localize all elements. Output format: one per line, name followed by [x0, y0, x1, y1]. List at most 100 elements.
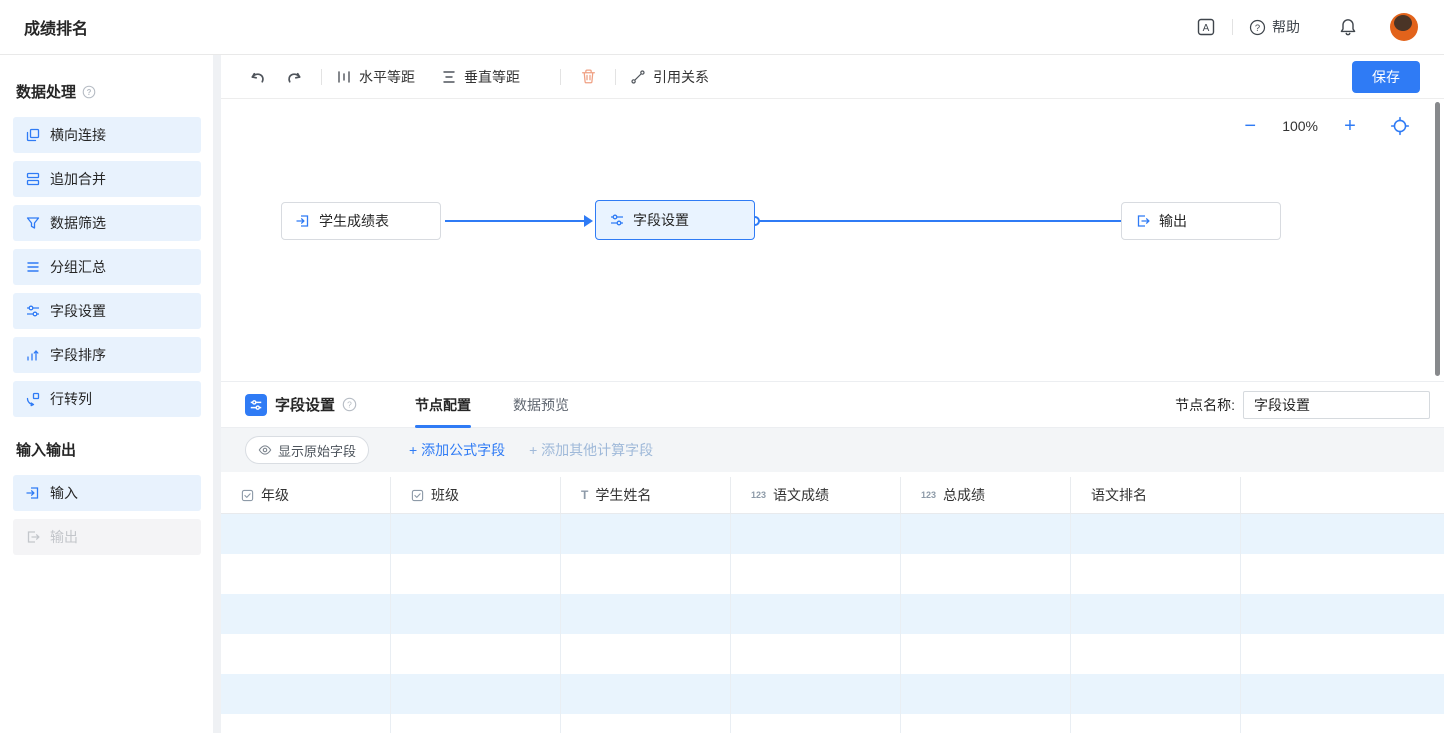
select-field-type-icon — [411, 489, 424, 502]
svg-text:?: ? — [87, 87, 92, 96]
connection-line — [445, 220, 585, 222]
node-field-settings[interactable]: 字段设置 — [595, 200, 755, 240]
table-cell — [1071, 514, 1241, 554]
zoom-in-button[interactable]: + — [1340, 116, 1360, 136]
toolbar-divider — [615, 69, 616, 85]
table-cell — [561, 554, 731, 594]
field-sort-icon — [25, 347, 41, 363]
distribute-horizontal-button[interactable]: 水平等距 — [336, 67, 415, 87]
distribute-vertical-button[interactable]: 垂直等距 — [441, 67, 520, 87]
save-button[interactable]: 保存 — [1352, 61, 1420, 93]
table-cell — [1241, 594, 1444, 634]
column-header-grade[interactable]: 年级 — [221, 477, 391, 513]
table-row — [221, 594, 1444, 634]
sidebar-item-label: 分组汇总 — [50, 257, 106, 277]
help-label: 帮助 — [1272, 17, 1300, 37]
sidebar-gutter — [213, 55, 221, 733]
reference-relation-label: 引用关系 — [653, 67, 709, 87]
table-cell — [1071, 714, 1241, 733]
table-cell — [391, 554, 561, 594]
sidebar-item-list: 输入 输出 — [13, 475, 201, 555]
notification-bell-icon[interactable] — [1338, 17, 1358, 37]
table-cell — [901, 714, 1071, 733]
column-header-empty — [1241, 477, 1444, 513]
svg-text:A: A — [1203, 23, 1210, 34]
table-cell — [1241, 674, 1444, 714]
show-original-fields-toggle[interactable]: 显示原始字段 — [245, 436, 369, 464]
panel-title: 字段设置 — [275, 394, 335, 415]
column-header-chinese-score[interactable]: 123 语文成绩 — [731, 477, 901, 513]
avatar[interactable] — [1390, 13, 1418, 41]
node-name-group: 节点名称: — [1175, 391, 1430, 419]
sidebar-item-label: 追加合并 — [50, 169, 106, 189]
join-tables-icon — [25, 127, 41, 143]
column-header-class[interactable]: 班级 — [391, 477, 561, 513]
column-header-chinese-rank[interactable]: 语文排名 — [1071, 477, 1241, 513]
node-student-score-table[interactable]: 学生成绩表 — [281, 202, 441, 240]
node-label: 字段设置 — [633, 210, 689, 230]
number-field-type-icon: 123 — [921, 490, 936, 500]
input-icon — [25, 485, 41, 501]
reference-relation-button[interactable]: 引用关系 — [630, 67, 709, 87]
table-cell — [391, 514, 561, 554]
help-circle-icon[interactable]: ? — [82, 85, 96, 99]
sidebar-item-field-sort[interactable]: 字段排序 — [13, 337, 201, 373]
table-cell — [901, 674, 1071, 714]
table-row — [221, 674, 1444, 714]
table-cell — [561, 714, 731, 733]
column-label: 班级 — [431, 485, 459, 505]
table-cell — [1071, 594, 1241, 634]
table-cell — [391, 714, 561, 733]
column-header-student-name[interactable]: T 学生姓名 — [561, 477, 731, 513]
vertical-scrollbar[interactable] — [1435, 102, 1440, 376]
select-field-type-icon — [241, 489, 254, 502]
sidebar-item-horizontal-join[interactable]: 横向连接 — [13, 117, 201, 153]
sidebar-item-input[interactable]: 输入 — [13, 475, 201, 511]
table-cell — [391, 634, 561, 674]
help-button[interactable]: ? 帮助 — [1249, 17, 1300, 37]
tab-data-preview[interactable]: 数据预览 — [513, 381, 569, 428]
table-cell — [1071, 674, 1241, 714]
panel-header: 字段设置 ? 节点配置 数据预览 节点名称: — [221, 381, 1444, 428]
zoom-out-button[interactable]: − — [1240, 116, 1260, 136]
node-output[interactable]: 输出 — [1121, 202, 1281, 240]
header-actions: A ? 帮助 — [1196, 13, 1418, 41]
sidebar-item-output: 输出 — [13, 519, 201, 555]
sidebar-item-data-filter[interactable]: 数据筛选 — [13, 205, 201, 241]
column-header-total-score[interactable]: 123 总成绩 — [901, 477, 1071, 513]
flow-canvas[interactable]: − 100% + 学生成绩表 — [221, 99, 1444, 381]
field-settings-badge-icon — [245, 394, 267, 416]
sidebar-item-field-settings[interactable]: 字段设置 — [13, 293, 201, 329]
table-cell — [561, 514, 731, 554]
table-cell — [561, 674, 731, 714]
delete-node-button[interactable] — [575, 64, 601, 90]
sidebar: 数据处理 ? 横向连接 — [0, 55, 213, 733]
sidebar-item-label: 输入 — [50, 483, 78, 503]
table-cell — [221, 514, 391, 554]
connection-arrow-icon — [584, 215, 593, 227]
redo-button[interactable] — [281, 64, 307, 90]
table-row — [221, 634, 1444, 674]
locate-target-icon[interactable] — [1390, 116, 1410, 136]
table-cell — [1241, 554, 1444, 594]
field-settings-icon — [25, 303, 41, 319]
input-node-icon — [295, 213, 311, 229]
node-name-input[interactable] — [1243, 391, 1430, 419]
tab-node-config[interactable]: 节点配置 — [415, 381, 471, 428]
toolbar-divider — [560, 69, 561, 85]
table-cell — [731, 634, 901, 674]
help-circle-icon[interactable]: ? — [342, 397, 357, 412]
table-cell — [731, 594, 901, 634]
sidebar-section-title-input-output: 输入输出 — [16, 439, 201, 460]
canvas-toolbar: 水平等距 垂直等距 引用关系 — [221, 55, 1444, 99]
language-switch-icon[interactable]: A — [1196, 17, 1216, 37]
svg-text:?: ? — [1255, 22, 1260, 33]
app-body: 数据处理 ? 横向连接 — [0, 55, 1444, 733]
add-formula-field-button[interactable]: + 添加公式字段 — [409, 440, 505, 460]
sidebar-item-append-merge[interactable]: 追加合并 — [13, 161, 201, 197]
sidebar-item-row-to-column[interactable]: 行转列 — [13, 381, 201, 417]
sidebar-item-group-summarize[interactable]: 分组汇总 — [13, 249, 201, 285]
undo-button[interactable] — [245, 64, 271, 90]
zoom-controls: − 100% + — [1240, 116, 1410, 136]
field-table-body — [221, 514, 1444, 733]
